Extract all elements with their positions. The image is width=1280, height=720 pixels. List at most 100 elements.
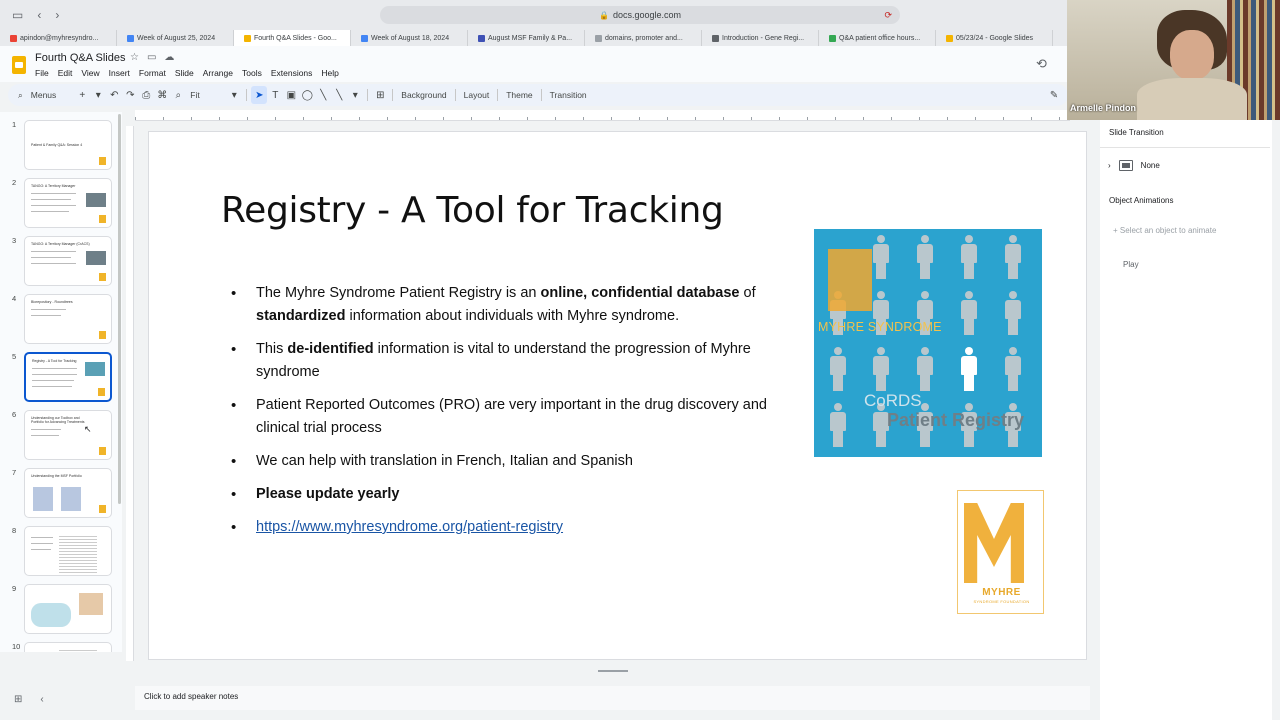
select-tool-icon[interactable]: ➤ [251, 86, 268, 104]
line-dropdown-icon[interactable]: ▾ [347, 86, 363, 104]
menu-insert[interactable]: Insert [109, 68, 130, 78]
browser-tab[interactable]: Week of August 18, 2024 [351, 30, 468, 46]
dropdown-icon[interactable]: ▾ [90, 86, 106, 104]
browser-tab[interactable]: Week of August 25, 2024 [117, 30, 234, 46]
zoom-dropdown-icon[interactable]: ▾ [226, 86, 242, 104]
menu-tools[interactable]: Tools [242, 68, 262, 78]
browser-tab[interactable]: August MSF Family & Pa... [468, 30, 585, 46]
url-text: docs.google.com [612, 10, 681, 20]
slide-thumbnail[interactable]: 3 TANGO: A Territory Manager (CrACS) [0, 236, 122, 288]
collapse-panel-icon[interactable]: ‹ [40, 694, 43, 705]
slides-logo-icon[interactable] [12, 56, 26, 74]
cloud-icon[interactable]: ☁ [164, 52, 174, 63]
bold-text: Please update yearly [256, 486, 400, 502]
thumbnail[interactable] [24, 642, 112, 652]
slide-thumbnail-active[interactable]: 5 Registry - A Tool for Tracking [0, 352, 122, 404]
zoom-icon[interactable]: ⌕ [170, 86, 186, 104]
registry-image[interactable]: MYHRE SYNDROME CoRDS Patient Registry [814, 229, 1042, 457]
thumbnail[interactable]: TANGO: A Territory Manager (CrACS) [24, 236, 112, 286]
slide-thumbnail[interactable]: 8 [0, 526, 122, 578]
menu-slide[interactable]: Slide [175, 68, 194, 78]
transition-button[interactable]: Transition [546, 86, 591, 104]
menu-view[interactable]: View [81, 68, 99, 78]
sidebar-toggle-icon[interactable]: ▭ [12, 8, 23, 22]
menu-file[interactable]: File [35, 68, 49, 78]
divider [1100, 147, 1270, 148]
registry-brand-text: MYHRE SYNDROME [818, 320, 942, 334]
folder-icon[interactable]: ▭ [147, 52, 156, 63]
shape-icon[interactable]: ◯ [299, 86, 315, 104]
transition-select[interactable]: › None [1108, 160, 1160, 171]
thumbnail[interactable]: Biorepository - Roundtrees [24, 294, 112, 344]
bold-text: online, confidential database [540, 285, 740, 301]
version-history-icon[interactable]: ⟲ [1036, 56, 1047, 72]
forward-icon[interactable]: › [55, 8, 59, 22]
browser-tab[interactable]: domains, promoter and... [585, 30, 702, 46]
menu-arrange[interactable]: Arrange [203, 68, 233, 78]
grid-view-icon[interactable]: ⊞ [14, 694, 22, 705]
star-icon[interactable]: ☆ [130, 52, 139, 63]
theme-button[interactable]: Theme [502, 86, 536, 104]
slide-thumbnail[interactable]: 2 TANGO: A Territory Manager [0, 178, 122, 230]
notes-resize-handle[interactable] [598, 670, 628, 672]
background-button[interactable]: Background [397, 86, 450, 104]
menu-help[interactable]: Help [321, 68, 338, 78]
thumbnail[interactable]: TANGO: A Territory Manager [24, 178, 112, 228]
line-icon[interactable]: ╲ [315, 86, 331, 104]
back-icon[interactable]: ‹ [37, 8, 41, 22]
speaker-notes[interactable]: Click to add speaker notes [135, 686, 1090, 710]
slide-thumbnail[interactable]: 6 Understanding our Toolbox and Portfoli… [0, 410, 122, 462]
browser-tab[interactable]: 05/23/24 - Google Slides [936, 30, 1053, 46]
browser-tab-active[interactable]: Fourth Q&A Slides - Goo... [234, 30, 351, 46]
comment-icon[interactable]: ⊞ [372, 86, 388, 104]
person-figure-icon [872, 235, 890, 279]
filmstrip-scrollbar[interactable] [118, 114, 121, 504]
slide-thumbnail[interactable]: 9 [0, 584, 122, 636]
slide-thumbnail[interactable]: 4 Biorepository - Roundtrees [0, 294, 122, 346]
registry-link[interactable]: https://www.myhresyndrome.org/patient-re… [256, 519, 563, 535]
thumbnail[interactable]: Understanding the MSF Portfolio [24, 468, 112, 518]
text-box-icon[interactable]: T [267, 86, 283, 104]
slide-title[interactable]: Registry - A Tool for Tracking [221, 190, 724, 231]
thumbnail[interactable] [24, 526, 112, 576]
add-animation-button[interactable]: + Select an object to animate [1113, 226, 1216, 235]
line-tool-icon[interactable]: ╲ [331, 86, 347, 104]
slide-thumbnail[interactable]: 1 Patient & Family Q&A: Session 4 [0, 120, 122, 172]
participant-face [1170, 30, 1214, 80]
browser-tab[interactable]: apindon@myhresyndro... [0, 30, 117, 46]
print-icon[interactable]: ⎙ [138, 86, 154, 104]
document-title[interactable]: Fourth Q&A Slides [35, 52, 126, 64]
pen-icon[interactable]: ✎ [1046, 86, 1062, 104]
address-bar[interactable]: 🔒 docs.google.com ⟳ [380, 6, 900, 24]
menu-edit[interactable]: Edit [58, 68, 73, 78]
browser-tab[interactable]: Introduction - Gene Regi... [702, 30, 819, 46]
thumbnail[interactable]: Patient & Family Q&A: Session 4 [24, 120, 112, 170]
undo-icon[interactable]: ↶ [106, 86, 122, 104]
paint-format-icon[interactable]: ⌘ [154, 86, 170, 104]
zoom-select[interactable]: Fit [186, 86, 226, 104]
menu-extensions[interactable]: Extensions [271, 68, 313, 78]
menu-format[interactable]: Format [139, 68, 166, 78]
new-slide-icon[interactable]: + [74, 86, 90, 104]
browser-tab[interactable]: Q&A patient office hours... [819, 30, 936, 46]
redo-icon[interactable]: ↷ [122, 86, 138, 104]
search-menus-icon[interactable]: ⌕ [14, 86, 27, 104]
foundation-logo[interactable]: MYHRE SYNDROME FOUNDATION [957, 490, 1044, 614]
video-participant-tile[interactable]: Armelle Pindon [1067, 0, 1280, 120]
slide-canvas[interactable]: Registry - A Tool for Tracking The Myhre… [148, 131, 1087, 660]
bottom-controls: ⊞ ‹ [14, 694, 44, 705]
chevron-right-icon[interactable]: › [1108, 161, 1111, 170]
slide-thumbnail[interactable]: 7 Understanding the MSF Portfolio [0, 468, 122, 520]
thumbnail[interactable]: Understanding our Toolbox and Portfolio … [24, 410, 112, 460]
divider [540, 89, 542, 101]
bullet-list[interactable]: The Myhre Syndrome Patient Registry is a… [231, 282, 771, 549]
thumbnail[interactable] [24, 584, 112, 634]
reload-icon[interactable]: ⟳ [884, 10, 892, 21]
image-icon[interactable]: ▣ [283, 86, 299, 104]
slide-thumbnail[interactable]: 10 [0, 642, 122, 652]
slide-number: 4 [12, 294, 17, 303]
thumbnail[interactable]: Registry - A Tool for Tracking [24, 352, 112, 402]
layout-button[interactable]: Layout [460, 86, 494, 104]
search-menus-button[interactable]: Menus [27, 86, 61, 104]
play-button[interactable]: Play [1123, 260, 1139, 269]
